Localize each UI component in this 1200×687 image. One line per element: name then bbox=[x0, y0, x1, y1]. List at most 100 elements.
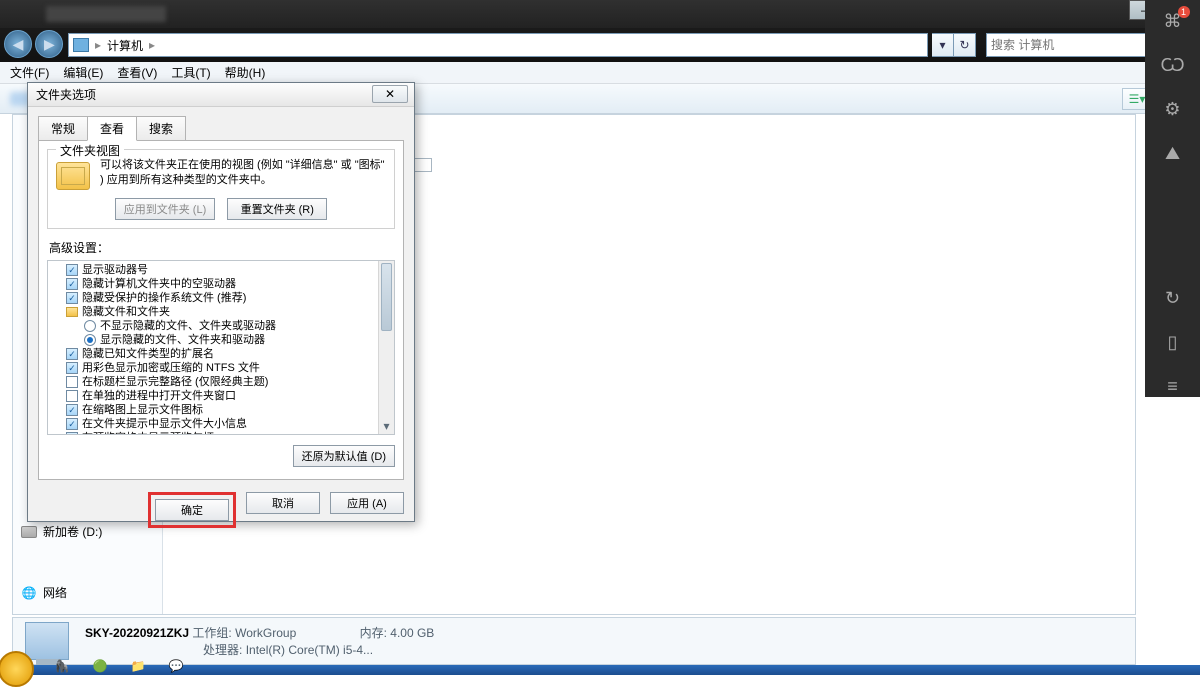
nav-buttons: ◀ ▶ bbox=[4, 30, 64, 60]
apply-button[interactable]: 应用 (A) bbox=[330, 492, 404, 514]
cancel-button[interactable]: 取消 bbox=[246, 492, 320, 514]
tree-row[interactable]: 不显示隐藏的文件、文件夹或驱动器 bbox=[52, 319, 374, 333]
tree-row[interactable]: 在文件夹提示中显示文件大小信息 bbox=[52, 417, 374, 431]
tree-row-label: 隐藏已知文件类型的扩展名 bbox=[82, 347, 214, 361]
cpu-value: Intel(R) Core(TM) i5-4... bbox=[246, 643, 373, 657]
tree-row[interactable]: 显示隐藏的文件、文件夹和驱动器 bbox=[52, 333, 374, 347]
menu-tools[interactable]: 工具(T) bbox=[171, 64, 210, 81]
memory-value: 4.00 GB bbox=[390, 626, 434, 640]
checkbox-icon[interactable] bbox=[66, 278, 78, 290]
tree-row-label: 在预览窗格中显示预览句柄 bbox=[82, 431, 214, 435]
taskbar-app-icon[interactable]: 🦍 bbox=[48, 655, 76, 677]
folder-icon bbox=[56, 162, 90, 190]
checkbox-icon[interactable] bbox=[66, 432, 78, 435]
tree-row[interactable]: 在标题栏显示完整路径 (仅限经典主题) bbox=[52, 375, 374, 389]
start-button[interactable] bbox=[0, 651, 34, 687]
folder-view-text: 可以将该文件夹正在使用的视图 (例如 "详细信息" 或 "图标" ) 应用到所有… bbox=[100, 158, 386, 188]
tab-general[interactable]: 常规 bbox=[38, 116, 88, 141]
nav-row: ◀ ▶ ▸ 计算机 ▸ ▾ ↻ bbox=[0, 28, 1200, 62]
dock-hub-icon[interactable]: ⌘ bbox=[1162, 10, 1184, 32]
refresh-button[interactable]: ↻ bbox=[954, 33, 976, 57]
memory-label: 内存: bbox=[360, 626, 387, 640]
tree-row-label: 隐藏计算机文件夹中的空驱动器 bbox=[82, 277, 236, 291]
tree-row[interactable]: 隐藏受保护的操作系统文件 (推荐) bbox=[52, 291, 374, 305]
nav-back-button[interactable]: ◀ bbox=[4, 30, 32, 58]
checkbox-icon[interactable] bbox=[66, 376, 78, 388]
nav-forward-button[interactable]: ▶ bbox=[35, 30, 63, 58]
tree-row-label: 用彩色显示加密或压缩的 NTFS 文件 bbox=[82, 361, 260, 375]
tree-row-label: 在缩略图上显示文件图标 bbox=[82, 403, 203, 417]
radio-icon[interactable] bbox=[84, 334, 96, 346]
sidebar-network-label: 网络 bbox=[43, 584, 67, 601]
menu-view[interactable]: 查看(V) bbox=[117, 64, 157, 81]
tree-row-label: 不显示隐藏的文件、文件夹或驱动器 bbox=[100, 319, 276, 333]
checkbox-icon[interactable] bbox=[66, 404, 78, 416]
right-dock: ⌘ Ѡ ⚙ ⛰ ↻ ▯ ≡ bbox=[1145, 0, 1200, 397]
tree-row-label: 在单独的进程中打开文件夹窗口 bbox=[82, 389, 236, 403]
title-blur bbox=[46, 6, 166, 22]
dock-gear-icon[interactable]: ⚙ bbox=[1162, 98, 1184, 120]
workgroup-label: 工作组: bbox=[192, 626, 231, 640]
computer-icon bbox=[73, 38, 89, 52]
crumb-computer[interactable]: 计算机 bbox=[107, 37, 143, 54]
crumb-sep2: ▸ bbox=[149, 38, 155, 52]
drive-icon bbox=[21, 526, 37, 538]
address-dropdown-button[interactable]: ▾ bbox=[932, 33, 954, 57]
taskbar-app-icon[interactable]: 📁 bbox=[124, 655, 152, 677]
tree-row[interactable]: 隐藏已知文件类型的扩展名 bbox=[52, 347, 374, 361]
scroll-down-arrow[interactable]: ▾ bbox=[379, 418, 394, 434]
folder-view-group: 文件夹视图 可以将该文件夹正在使用的视图 (例如 "详细信息" 或 "图标" )… bbox=[47, 149, 395, 229]
checkbox-icon[interactable] bbox=[66, 292, 78, 304]
checkbox-icon[interactable] bbox=[66, 264, 78, 276]
menu-edit[interactable]: 编辑(E) bbox=[63, 64, 103, 81]
tree-row-label: 在文件夹提示中显示文件大小信息 bbox=[82, 417, 247, 431]
tab-body-view: 文件夹视图 可以将该文件夹正在使用的视图 (例如 "详细信息" 或 "图标" )… bbox=[38, 140, 404, 480]
tree-row[interactable]: 显示驱动器号 bbox=[52, 263, 374, 277]
dock-person-icon[interactable]: ⛰ bbox=[1162, 142, 1184, 164]
ok-button[interactable]: 确定 bbox=[155, 499, 229, 521]
checkbox-icon[interactable] bbox=[66, 362, 78, 374]
reset-folders-button[interactable]: 重置文件夹 (R) bbox=[227, 198, 327, 220]
checkbox-icon[interactable] bbox=[66, 390, 78, 402]
scroll-thumb[interactable] bbox=[381, 263, 392, 331]
folder-options-dialog: 文件夹选项 ✕ 常规 查看 搜索 文件夹视图 可以将该文件夹正在使用的视图 (例… bbox=[27, 82, 415, 522]
radio-icon[interactable] bbox=[84, 320, 96, 332]
tree-row[interactable]: 在预览窗格中显示预览句柄 bbox=[52, 431, 374, 435]
tab-view[interactable]: 查看 bbox=[87, 116, 137, 141]
tree-row-label: 显示驱动器号 bbox=[82, 263, 148, 277]
tree-row-label: 隐藏受保护的操作系统文件 (推荐) bbox=[82, 291, 246, 305]
tree-row[interactable]: 用彩色显示加密或压缩的 NTFS 文件 bbox=[52, 361, 374, 375]
tree-row[interactable]: 隐藏文件和文件夹 bbox=[52, 305, 374, 319]
dialog-actions: 确定 取消 应用 (A) bbox=[38, 492, 404, 528]
dock-phone-icon[interactable]: ▯ bbox=[1162, 331, 1184, 353]
apply-to-folders-button[interactable]: 应用到文件夹 (L) bbox=[115, 198, 216, 220]
tree-row[interactable]: 隐藏计算机文件夹中的空驱动器 bbox=[52, 277, 374, 291]
address-bar[interactable]: ▸ 计算机 ▸ bbox=[68, 33, 928, 57]
ok-highlight-box: 确定 bbox=[148, 492, 236, 528]
checkbox-icon[interactable] bbox=[66, 418, 78, 430]
tree-scrollbar[interactable]: ▴ ▾ bbox=[378, 261, 394, 434]
tree-row[interactable]: 在单独的进程中打开文件夹窗口 bbox=[52, 389, 374, 403]
sidebar-item-network[interactable]: 🌐 网络 bbox=[17, 582, 158, 603]
folder-mini-icon bbox=[66, 307, 78, 317]
dock-rotate-icon[interactable]: ↻ bbox=[1162, 287, 1184, 309]
dock-butterfly-icon[interactable]: Ѡ bbox=[1162, 54, 1184, 76]
network-icon: 🌐 bbox=[21, 585, 37, 601]
dialog-close-button[interactable]: ✕ bbox=[372, 85, 408, 103]
cpu-label: 处理器: bbox=[203, 643, 242, 657]
dock-menu-icon[interactable]: ≡ bbox=[1162, 375, 1184, 397]
crumb-sep: ▸ bbox=[95, 38, 101, 52]
advanced-settings-tree[interactable]: 显示驱动器号隐藏计算机文件夹中的空驱动器隐藏受保护的操作系统文件 (推荐)隐藏文… bbox=[47, 260, 395, 435]
pc-name: SKY-20220921ZKJ bbox=[85, 626, 189, 640]
tab-search[interactable]: 搜索 bbox=[136, 116, 186, 141]
restore-defaults-button[interactable]: 还原为默认值 (D) bbox=[293, 445, 395, 467]
menu-help[interactable]: 帮助(H) bbox=[225, 64, 266, 81]
dialog-title-text: 文件夹选项 bbox=[36, 86, 96, 103]
workgroup-value: WorkGroup bbox=[235, 626, 296, 640]
checkbox-icon[interactable] bbox=[66, 348, 78, 360]
taskbar-app-icon[interactable]: 💬 bbox=[162, 655, 190, 677]
taskbar-app-icon[interactable]: 🟢 bbox=[86, 655, 114, 677]
menu-file[interactable]: 文件(F) bbox=[10, 64, 49, 81]
tree-row[interactable]: 在缩略图上显示文件图标 bbox=[52, 403, 374, 417]
dialog-title: 文件夹选项 ✕ bbox=[28, 83, 414, 107]
